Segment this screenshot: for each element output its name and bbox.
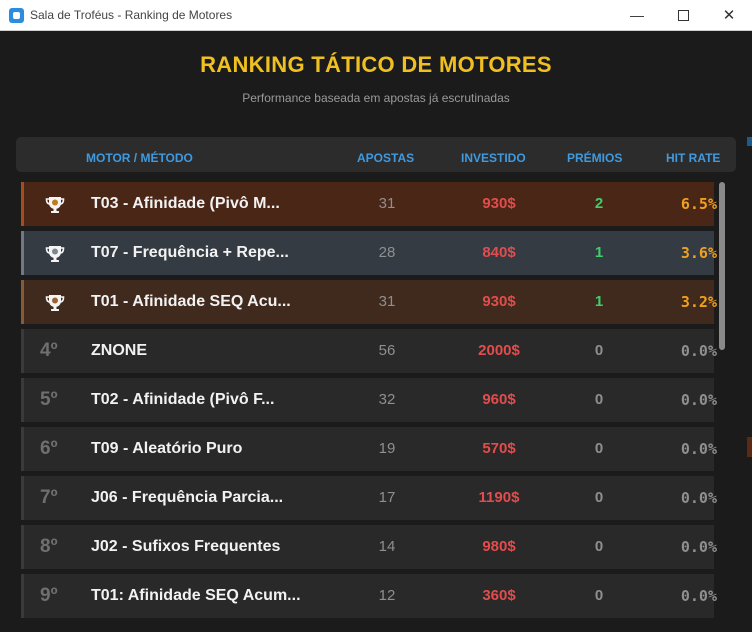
- scrollbar-thumb[interactable]: [719, 182, 725, 350]
- motor-name: ZNONE: [91, 342, 147, 359]
- hit-rate-value: 0.0%: [680, 440, 717, 458]
- motor-name: T03 - Afinidade (Pivô M...: [91, 195, 280, 212]
- hit-rate-value: 0.0%: [680, 342, 717, 360]
- column-header-premios[interactable]: PRÉMIOS: [567, 151, 622, 165]
- column-header-motor[interactable]: MOTOR / MÉTODO: [86, 151, 193, 165]
- ranking-row[interactable]: 7º J06 - Frequência Parcia... 17 1190$ 0 0.0%: [21, 476, 717, 520]
- apostas-value: 19: [378, 440, 396, 457]
- premios-value: 1: [594, 244, 604, 261]
- rank-position: 9º: [40, 585, 58, 606]
- rank-position: 6º: [40, 438, 58, 459]
- premios-value: 2: [594, 195, 604, 212]
- premios-value: 0: [594, 391, 604, 408]
- ranking-row[interactable]: 8º J02 - Sufixos Frequentes 14 980$ 0 0.0%: [21, 525, 717, 569]
- ranking-row[interactable]: T03 - Afinidade (Pivô M... 31 930$ 2 6.5%: [21, 182, 717, 226]
- apostas-value: 32: [378, 391, 396, 408]
- premios-value: 0: [594, 440, 604, 457]
- hit-rate-value: 6.5%: [680, 195, 717, 213]
- trophy-bronze-icon: [42, 280, 68, 324]
- apostas-value: 31: [378, 195, 396, 212]
- app-icon: [9, 8, 24, 23]
- hit-rate-value: 0.0%: [680, 391, 717, 409]
- investido-value: 980$: [482, 538, 516, 555]
- motor-name: T01: Afinidade SEQ Acum...: [91, 587, 301, 604]
- ranking-row[interactable]: 9º T01: Afinidade SEQ Acum... 12 360$ 0 0.0%: [21, 574, 717, 618]
- motor-name: J06 - Frequência Parcia...: [91, 489, 284, 506]
- minimize-button[interactable]: —: [614, 0, 660, 30]
- motor-name: T09 - Aleatório Puro: [91, 440, 243, 457]
- motor-name: T07 - Frequência + Repe...: [91, 244, 289, 261]
- column-header-hit-rate[interactable]: HIT RATE: [666, 151, 720, 165]
- background-edge-accent: [747, 437, 752, 457]
- ranking-row[interactable]: 4º ZNONE 56 2000$ 0 0.0%: [21, 329, 717, 373]
- apostas-value: 56: [378, 342, 396, 359]
- investido-value: 570$: [482, 440, 516, 457]
- table-header: MOTOR / MÉTODO APOSTAS INVESTIDO PRÉMIOS…: [16, 137, 736, 172]
- premios-value: 0: [594, 342, 604, 359]
- investido-value: 840$: [482, 244, 516, 261]
- ranking-row[interactable]: T07 - Frequência + Repe... 28 840$ 1 3.6%: [21, 231, 717, 275]
- apostas-value: 28: [378, 244, 396, 261]
- motor-name: J02 - Sufixos Frequentes: [91, 538, 281, 555]
- hit-rate-value: 0.0%: [680, 587, 717, 605]
- rank-position: 5º: [40, 389, 58, 410]
- ranking-row[interactable]: T01 - Afinidade SEQ Acu... 31 930$ 1 3.2%: [21, 280, 717, 324]
- investido-value: 360$: [482, 587, 516, 604]
- window-titlebar: Sala de Troféus - Ranking de Motores — ✕: [0, 0, 752, 31]
- investido-value: 930$: [482, 293, 516, 310]
- apostas-value: 14: [378, 538, 396, 555]
- hit-rate-value: 3.6%: [680, 244, 717, 262]
- rank-position: 7º: [40, 487, 58, 508]
- window-title: Sala de Troféus - Ranking de Motores: [30, 8, 233, 22]
- page-title: RANKING TÁTICO DE MOTORES: [200, 52, 552, 77]
- apostas-value: 31: [378, 293, 396, 310]
- rank-position: 4º: [40, 340, 58, 361]
- page-subtitle: Performance baseada em apostas já escrut…: [242, 91, 510, 105]
- premios-value: 0: [594, 538, 604, 555]
- investido-value: 930$: [482, 195, 516, 212]
- ranking-row[interactable]: 5º T02 - Afinidade (Pivô F... 32 960$ 0 0.0%: [21, 378, 717, 422]
- hit-rate-value: 0.0%: [680, 538, 717, 556]
- column-header-apostas[interactable]: APOSTAS: [357, 151, 414, 165]
- background-edge-accent: [747, 137, 752, 146]
- investido-value: 960$: [482, 391, 516, 408]
- premios-value: 0: [594, 489, 604, 506]
- investido-value: 2000$: [478, 342, 520, 359]
- trophy-silver-icon: [42, 231, 68, 275]
- maximize-button[interactable]: [660, 0, 706, 30]
- main-content: RANKING TÁTICO DE MOTORES Performance ba…: [0, 31, 752, 632]
- motor-name: T01 - Afinidade SEQ Acu...: [91, 293, 291, 310]
- close-button[interactable]: ✕: [706, 0, 752, 30]
- column-header-investido[interactable]: INVESTIDO: [461, 151, 526, 165]
- trophy-gold-icon: [42, 182, 68, 226]
- hit-rate-value: 3.2%: [680, 293, 717, 311]
- premios-value: 0: [594, 587, 604, 604]
- apostas-value: 17: [378, 489, 396, 506]
- motor-name: T02 - Afinidade (Pivô F...: [91, 391, 275, 408]
- maximize-icon: [677, 9, 689, 21]
- investido-value: 1190$: [478, 489, 520, 506]
- hit-rate-value: 0.0%: [680, 489, 717, 507]
- ranking-row[interactable]: 6º T09 - Aleatório Puro 19 570$ 0 0.0%: [21, 427, 717, 471]
- premios-value: 1: [594, 293, 604, 310]
- apostas-value: 12: [378, 587, 396, 604]
- rank-position: 8º: [40, 536, 58, 557]
